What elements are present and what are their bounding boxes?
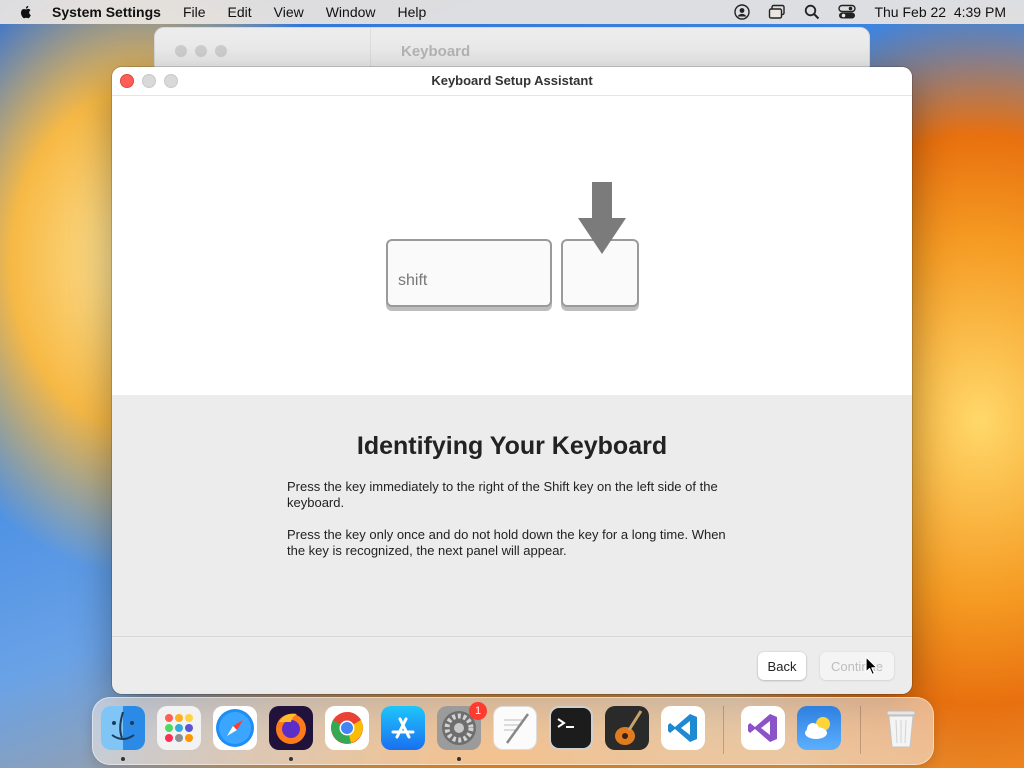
screen-mirroring-icon[interactable] <box>768 4 786 20</box>
close-window-button[interactable] <box>175 45 187 57</box>
finder-icon[interactable] <box>101 706 145 750</box>
safari-icon[interactable] <box>213 706 257 750</box>
firefox-running-indicator <box>289 757 293 761</box>
shift-key-label: shift <box>398 272 428 289</box>
visual-studio-icon[interactable] <box>741 706 785 750</box>
down-arrow-icon <box>578 182 626 254</box>
back-button[interactable]: Back <box>758 652 806 680</box>
menu-bar-clock[interactable]: Thu Feb 22 4:39 PM <box>874 4 1006 20</box>
control-center-icon[interactable] <box>838 4 857 20</box>
keyboard-setup-assistant-window: Keyboard Setup Assistant shift Identifyi… <box>112 67 912 694</box>
firefox-icon[interactable] <box>269 706 313 750</box>
notification-badge: 1 <box>469 702 487 720</box>
dock-separator <box>860 706 861 754</box>
terminal-icon[interactable] <box>549 706 593 750</box>
finder-running-indicator <box>121 757 125 761</box>
trash-icon[interactable] <box>879 706 923 750</box>
title-bar: Keyboard Setup Assistant <box>112 67 912 96</box>
shift-key-graphic: shift <box>386 239 552 307</box>
instruction-text-2: Press the key only once and do not hold … <box>287 527 726 558</box>
menu-help[interactable]: Help <box>398 4 427 20</box>
menu-view[interactable]: View <box>274 4 304 20</box>
menu-file[interactable]: File <box>183 4 206 20</box>
apple-menu-icon[interactable] <box>18 4 34 20</box>
zoom-window-button[interactable] <box>215 45 227 57</box>
launchpad-icon[interactable] <box>157 706 201 750</box>
system-settings-running-indicator <box>457 757 461 761</box>
menu-edit[interactable]: Edit <box>228 4 252 20</box>
dock-separator <box>723 706 724 754</box>
dock: 1 <box>92 697 934 765</box>
page-heading: Identifying Your Keyboard <box>356 432 668 460</box>
instruction-text-1: Press the key immediately to the right o… <box>287 479 718 510</box>
keyboard-illustration: shift <box>112 96 912 395</box>
mouse-pointer-icon <box>865 656 878 676</box>
window-title: Keyboard <box>401 43 471 60</box>
chrome-icon[interactable] <box>325 706 369 750</box>
app-store-icon[interactable] <box>381 706 425 750</box>
dialog-footer: Back Continue <box>112 636 912 694</box>
instructions-panel: Identifying Your Keyboard Press the key … <box>112 395 912 636</box>
menu-bar: System Settings File Edit View Window He… <box>0 0 1024 24</box>
window-controls <box>175 45 227 57</box>
weather-icon[interactable] <box>797 706 841 750</box>
user-account-icon[interactable] <box>734 4 751 20</box>
vscode-icon[interactable] <box>661 706 705 750</box>
spotlight-search-icon[interactable] <box>804 4 820 20</box>
dialog-title: Keyboard Setup Assistant <box>431 73 593 88</box>
continue-button[interactable]: Continue <box>820 652 894 680</box>
garageband-icon[interactable] <box>605 706 649 750</box>
textedit-icon[interactable] <box>493 706 537 750</box>
minimize-window-button[interactable] <box>195 45 207 57</box>
menu-app-name[interactable]: System Settings <box>52 4 161 20</box>
menu-window[interactable]: Window <box>326 4 376 20</box>
